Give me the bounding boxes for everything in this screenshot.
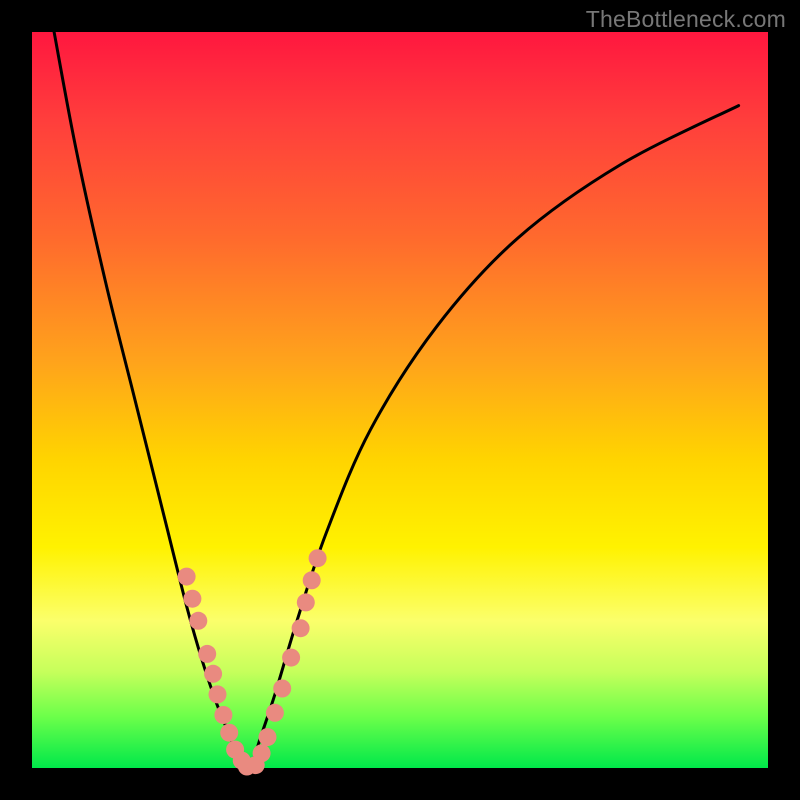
scatter-dot [273, 680, 291, 698]
scatter-dot [282, 649, 300, 667]
scatter-dot [204, 665, 222, 683]
scatter-dot [178, 568, 196, 586]
scatter-dot [209, 685, 227, 703]
chart-container: TheBottleneck.com [0, 0, 800, 800]
watermark-text: TheBottleneck.com [586, 6, 786, 33]
scatter-dots [178, 549, 327, 775]
scatter-dot [309, 549, 327, 567]
scatter-dot [266, 704, 284, 722]
plot-area [32, 32, 768, 768]
scatter-dot [214, 706, 232, 724]
bottleneck-curve [54, 32, 739, 768]
scatter-dot [253, 744, 271, 762]
scatter-dot [198, 645, 216, 663]
scatter-dot [303, 571, 321, 589]
scatter-dot [189, 612, 207, 630]
scatter-dot [220, 724, 238, 742]
scatter-dot [259, 728, 277, 746]
scatter-dot [297, 593, 315, 611]
scatter-dot [292, 619, 310, 637]
chart-svg [32, 32, 768, 768]
scatter-dot [183, 590, 201, 608]
